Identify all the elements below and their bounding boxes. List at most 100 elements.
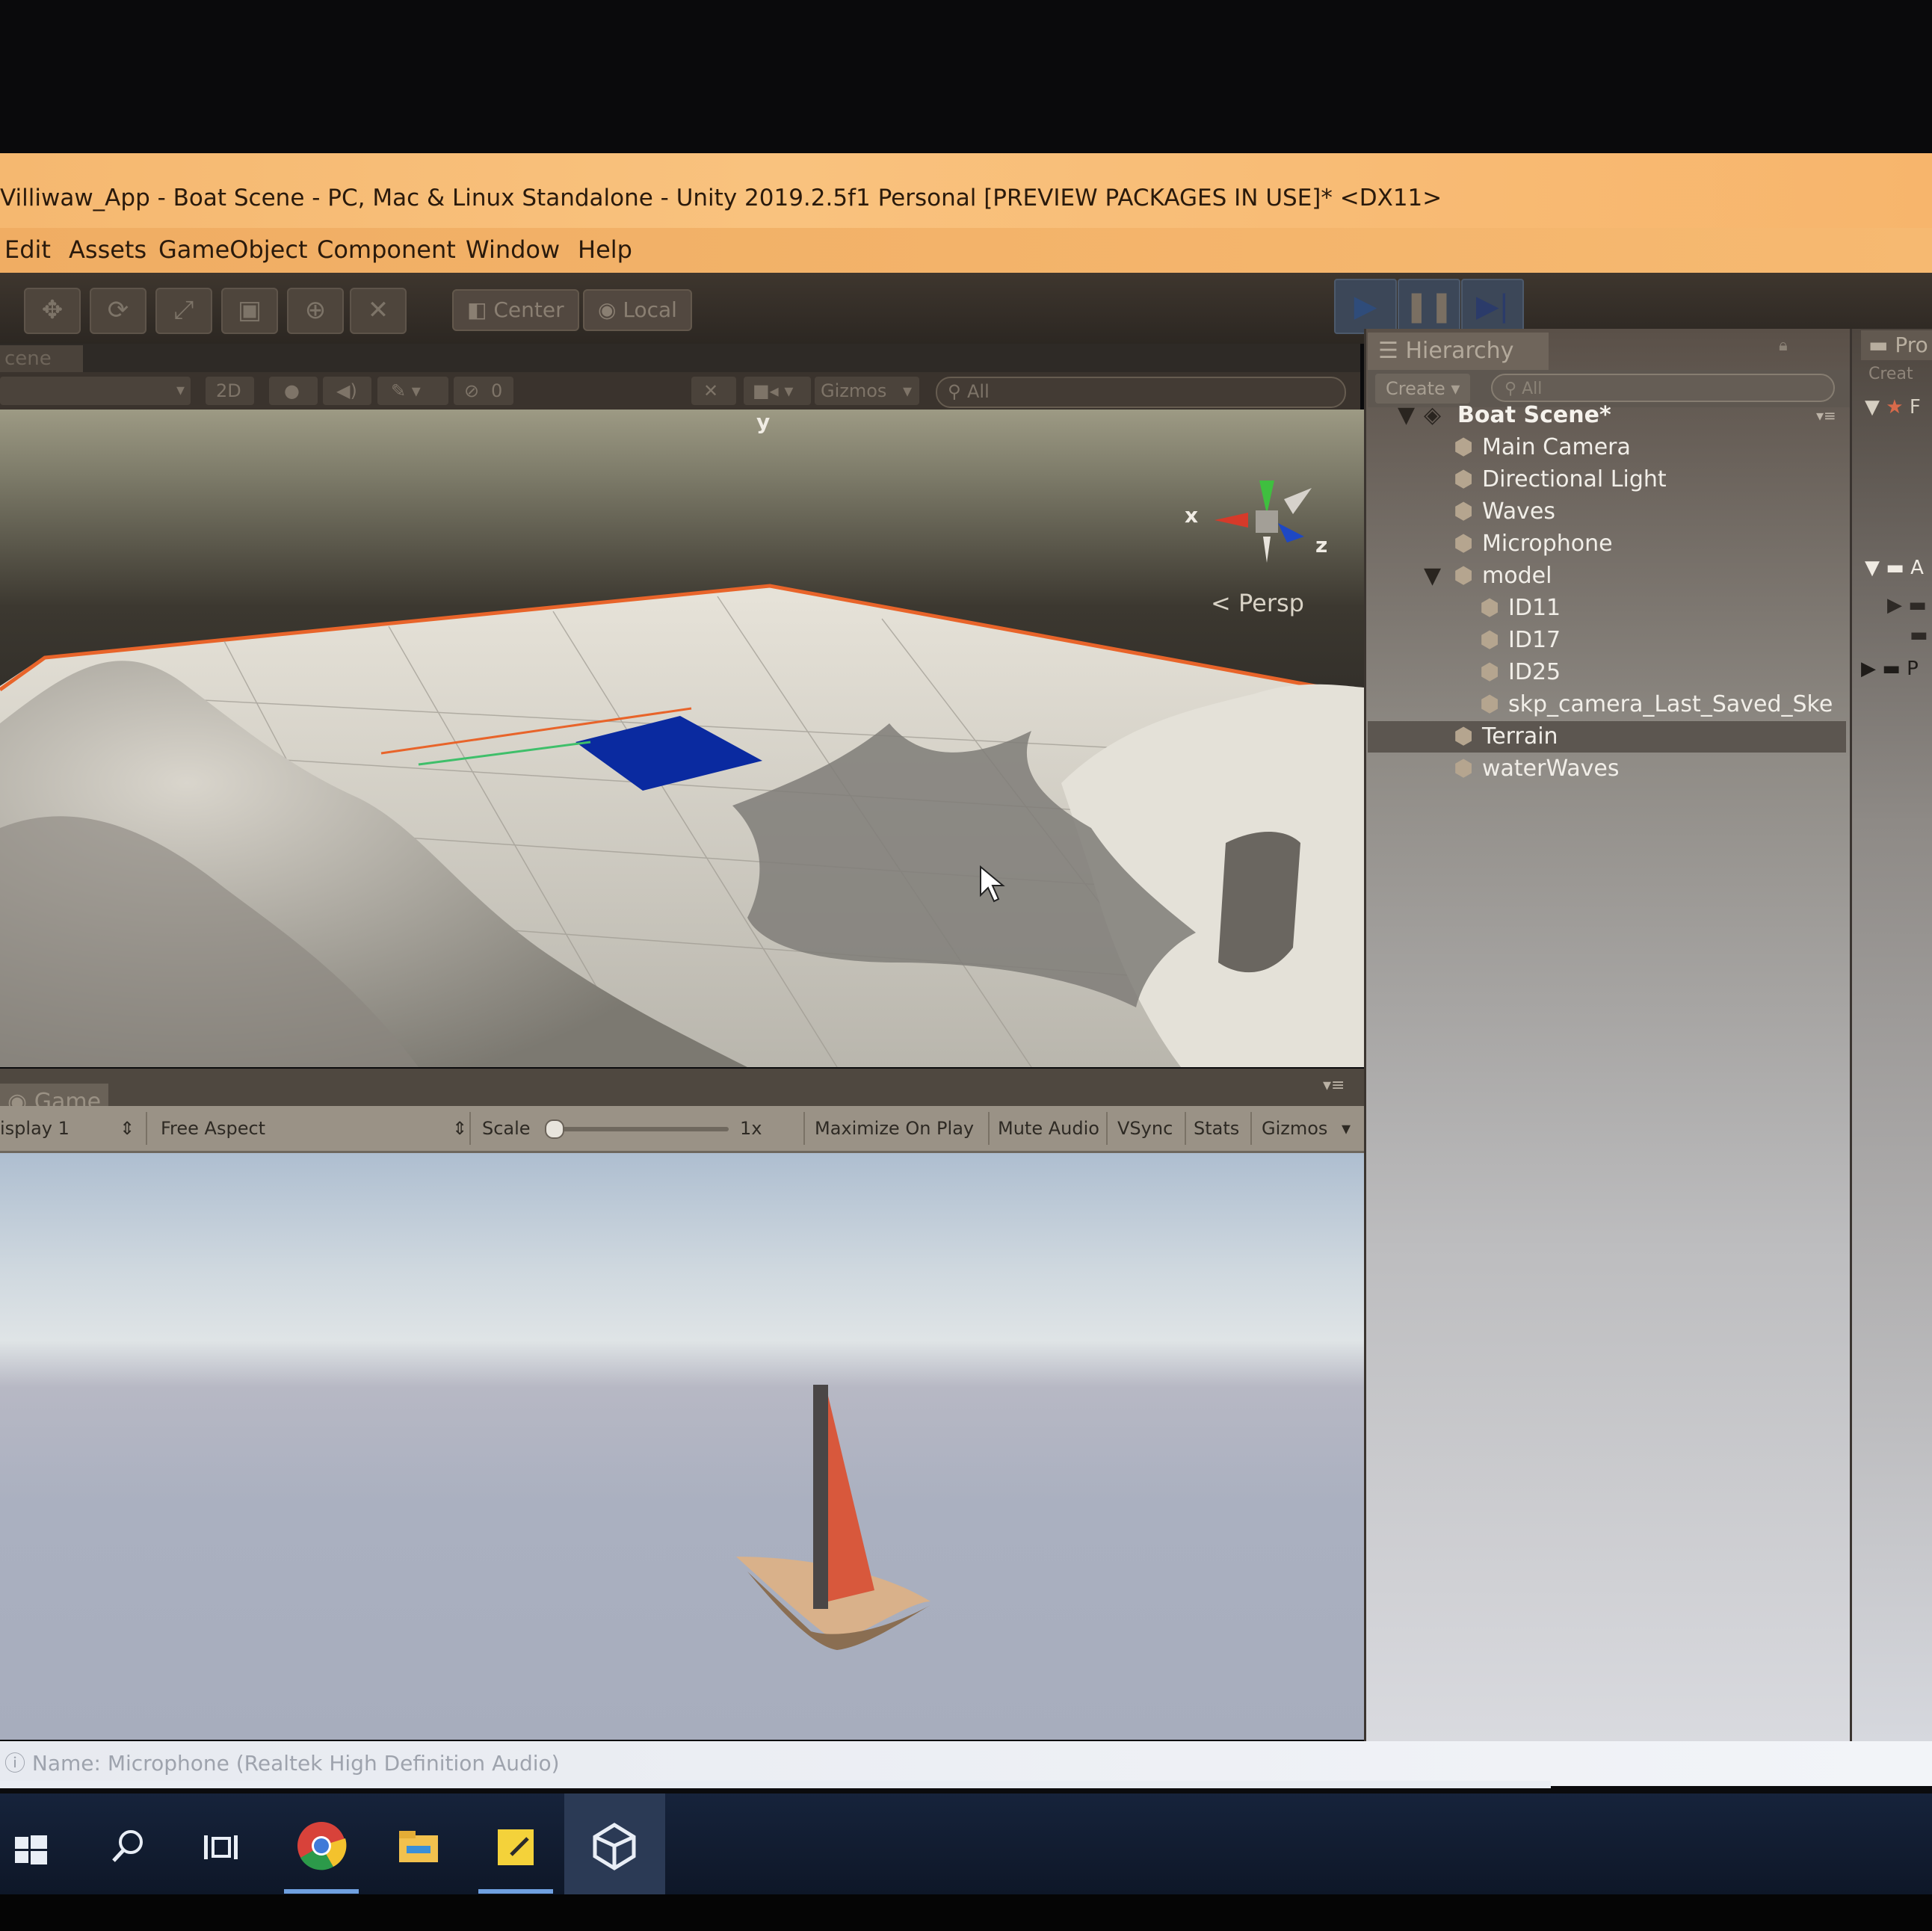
menu-assets[interactable]: Assets: [69, 235, 146, 264]
hierarchy-item[interactable]: ⬢ Terrain: [1368, 721, 1846, 753]
play-button[interactable]: ▶: [1334, 279, 1397, 334]
file-explorer-icon[interactable]: [381, 1808, 456, 1883]
scale-slider-thumb[interactable]: [545, 1119, 564, 1139]
custom-tool-icon[interactable]: ✕: [350, 288, 407, 334]
expand-arrow-icon[interactable]: ▼: [1398, 400, 1415, 431]
rect-tool-icon[interactable]: ▣: [221, 288, 278, 334]
tab-project[interactable]: ▬ Pro: [1861, 330, 1932, 360]
scale-slider[interactable]: [545, 1119, 729, 1139]
rotate-tool-icon[interactable]: ⟳: [90, 288, 146, 334]
gameobject-cube-icon: ⬢: [1454, 434, 1474, 460]
hidden-objects-toggle[interactable]: ⊘ 0: [454, 377, 513, 405]
menu-bar: Edit Assets GameObject Component Window …: [0, 228, 1932, 273]
mute-audio-toggle[interactable]: Mute Audio: [998, 1113, 1099, 1143]
menu-component[interactable]: Component: [317, 235, 456, 264]
separator: [1185, 1112, 1186, 1145]
hierarchy-item-label: model: [1482, 563, 1552, 589]
menu-help[interactable]: Help: [578, 235, 632, 264]
lock-icon[interactable]: 🔒︎: [1779, 336, 1788, 355]
aspect-dropdown[interactable]: Free Aspect: [161, 1113, 265, 1143]
hierarchy-item[interactable]: ⬢ Directional Light: [1368, 464, 1846, 495]
audio-toggle[interactable]: ◀): [323, 377, 371, 405]
menu-gameobject[interactable]: GameObject: [158, 235, 307, 264]
gizmo-y-label: y: [756, 410, 771, 434]
unity-icon[interactable]: [577, 1808, 652, 1883]
project-create-button[interactable]: Creat: [1868, 365, 1913, 383]
game-gizmos-toggle[interactable]: Gizmos: [1262, 1113, 1327, 1143]
gizmos-label: Gizmos: [821, 380, 887, 401]
tab-scene[interactable]: cene: [0, 345, 83, 372]
hierarchy-item[interactable]: ⬢ ID11: [1368, 593, 1846, 624]
hierarchy-item-label: Waves: [1482, 498, 1555, 525]
camera-dropdown[interactable]: ■◂ ▾: [744, 377, 811, 405]
transform-tool-icon[interactable]: ⊕: [287, 288, 344, 334]
favorites-row[interactable]: ▼ ★ F: [1865, 396, 1921, 418]
scale-tool-icon[interactable]: ⤢: [155, 288, 212, 334]
chrome-active-indicator: [284, 1889, 359, 1894]
monitor-bezel-bottom: [0, 1894, 1932, 1931]
assets-subfolder-row[interactable]: ▶ ▬: [1887, 594, 1927, 617]
maximize-on-play-toggle[interactable]: Maximize On Play: [815, 1113, 974, 1143]
effects-icon: ✎ ▾: [391, 380, 421, 401]
hierarchy-search-input[interactable]: ⚲ All: [1491, 374, 1835, 402]
info-icon: ⓘ: [4, 1751, 32, 1776]
pause-button[interactable]: ❚❚: [1398, 279, 1460, 334]
persp-label[interactable]: < Persp: [1211, 589, 1304, 617]
panel-menu-icon[interactable]: ▾≡: [1323, 1076, 1345, 1095]
menu-window[interactable]: Window: [466, 235, 560, 264]
folder-icon: ▬: [1868, 333, 1895, 357]
favorites-label: F: [1909, 396, 1921, 418]
hierarchy-item[interactable]: ⬢ ID25: [1368, 657, 1846, 688]
hierarchy-scene-root[interactable]: ▼ ◈ Boat Scene* ▾≡: [1368, 400, 1846, 431]
scene-menu-icon[interactable]: ▾≡: [1816, 400, 1836, 431]
gameobject-cube-icon: ⬢: [1480, 691, 1500, 717]
windows-taskbar: [0, 1793, 1932, 1894]
shading-mode-dropdown[interactable]: ▾: [0, 377, 191, 405]
hierarchy-item-label: ID11: [1508, 595, 1561, 621]
game-toolbar: isplay 1 ⇕ Free Aspect ⇕ Scale 1x Maximi…: [0, 1106, 1368, 1153]
effects-dropdown[interactable]: ✎ ▾: [377, 377, 448, 405]
expand-arrow-icon[interactable]: ▼: [1424, 560, 1441, 592]
menu-edit[interactable]: Edit: [4, 235, 51, 264]
windows-start-icon[interactable]: [0, 1808, 75, 1883]
move-tool-icon[interactable]: ✥: [24, 288, 81, 334]
hierarchy-item[interactable]: ⬢ ID17: [1368, 625, 1846, 656]
packages-row[interactable]: ▶ ▬ P: [1861, 658, 1919, 680]
pivot-center-toggle[interactable]: ◧ Center: [452, 289, 579, 331]
task-view-icon[interactable]: [183, 1808, 258, 1883]
chrome-icon[interactable]: [284, 1808, 359, 1883]
create-label: Create: [1386, 378, 1445, 399]
hierarchy-item[interactable]: ▼ ⬢ model: [1368, 560, 1846, 592]
display-dropdown[interactable]: isplay 1: [0, 1113, 70, 1143]
camera-icon: ■◂ ▾: [753, 380, 794, 401]
local-icon: ◉: [598, 297, 623, 322]
hierarchy-create-button[interactable]: Create ▾: [1375, 374, 1471, 404]
2d-label: 2D: [216, 380, 241, 401]
scene-search-input[interactable]: ⚲ All: [936, 377, 1346, 408]
search-icon[interactable]: [90, 1808, 164, 1883]
status-message[interactable]: Name: Microphone (Realtek High Definitio…: [32, 1751, 560, 1776]
sticky-notes-icon[interactable]: [478, 1808, 553, 1883]
hierarchy-item[interactable]: ⬢ skp_camera_Last_Saved_Ske: [1368, 689, 1846, 720]
game-viewport[interactable]: [0, 1153, 1371, 1740]
scene-gizmos-dropdown[interactable]: Gizmos ▾: [815, 377, 919, 405]
hierarchy-item[interactable]: ⬢ Main Camera: [1368, 432, 1846, 463]
hierarchy-item-label: ID25: [1508, 659, 1561, 685]
tab-hierarchy[interactable]: ☰ Hierarchy: [1368, 333, 1549, 370]
chevron-down-icon[interactable]: ▾: [1342, 1113, 1351, 1143]
hierarchy-item[interactable]: ⬢ Microphone: [1368, 528, 1846, 560]
pivot-label: Center: [493, 297, 564, 322]
assets-subfolder-row-2[interactable]: ▬: [1910, 624, 1928, 646]
scene-viewport[interactable]: y x z < Persp: [0, 410, 1364, 1067]
stats-toggle[interactable]: Stats: [1194, 1113, 1239, 1143]
step-button[interactable]: ▶|: [1461, 279, 1524, 334]
hierarchy-item[interactable]: ⬢ Waves: [1368, 496, 1846, 528]
pivot-space-toggle[interactable]: ◉ Local: [583, 289, 692, 331]
lighting-toggle[interactable]: ●: [269, 377, 318, 405]
vsync-toggle[interactable]: VSync: [1117, 1113, 1173, 1143]
2d-toggle[interactable]: 2D: [206, 377, 254, 405]
hierarchy-item[interactable]: ⬢ waterWaves: [1368, 753, 1846, 785]
tools-toggle[interactable]: ✕: [691, 377, 736, 405]
orientation-gizmo: [1215, 481, 1312, 563]
assets-row[interactable]: ▼ ▬ A: [1865, 557, 1924, 579]
